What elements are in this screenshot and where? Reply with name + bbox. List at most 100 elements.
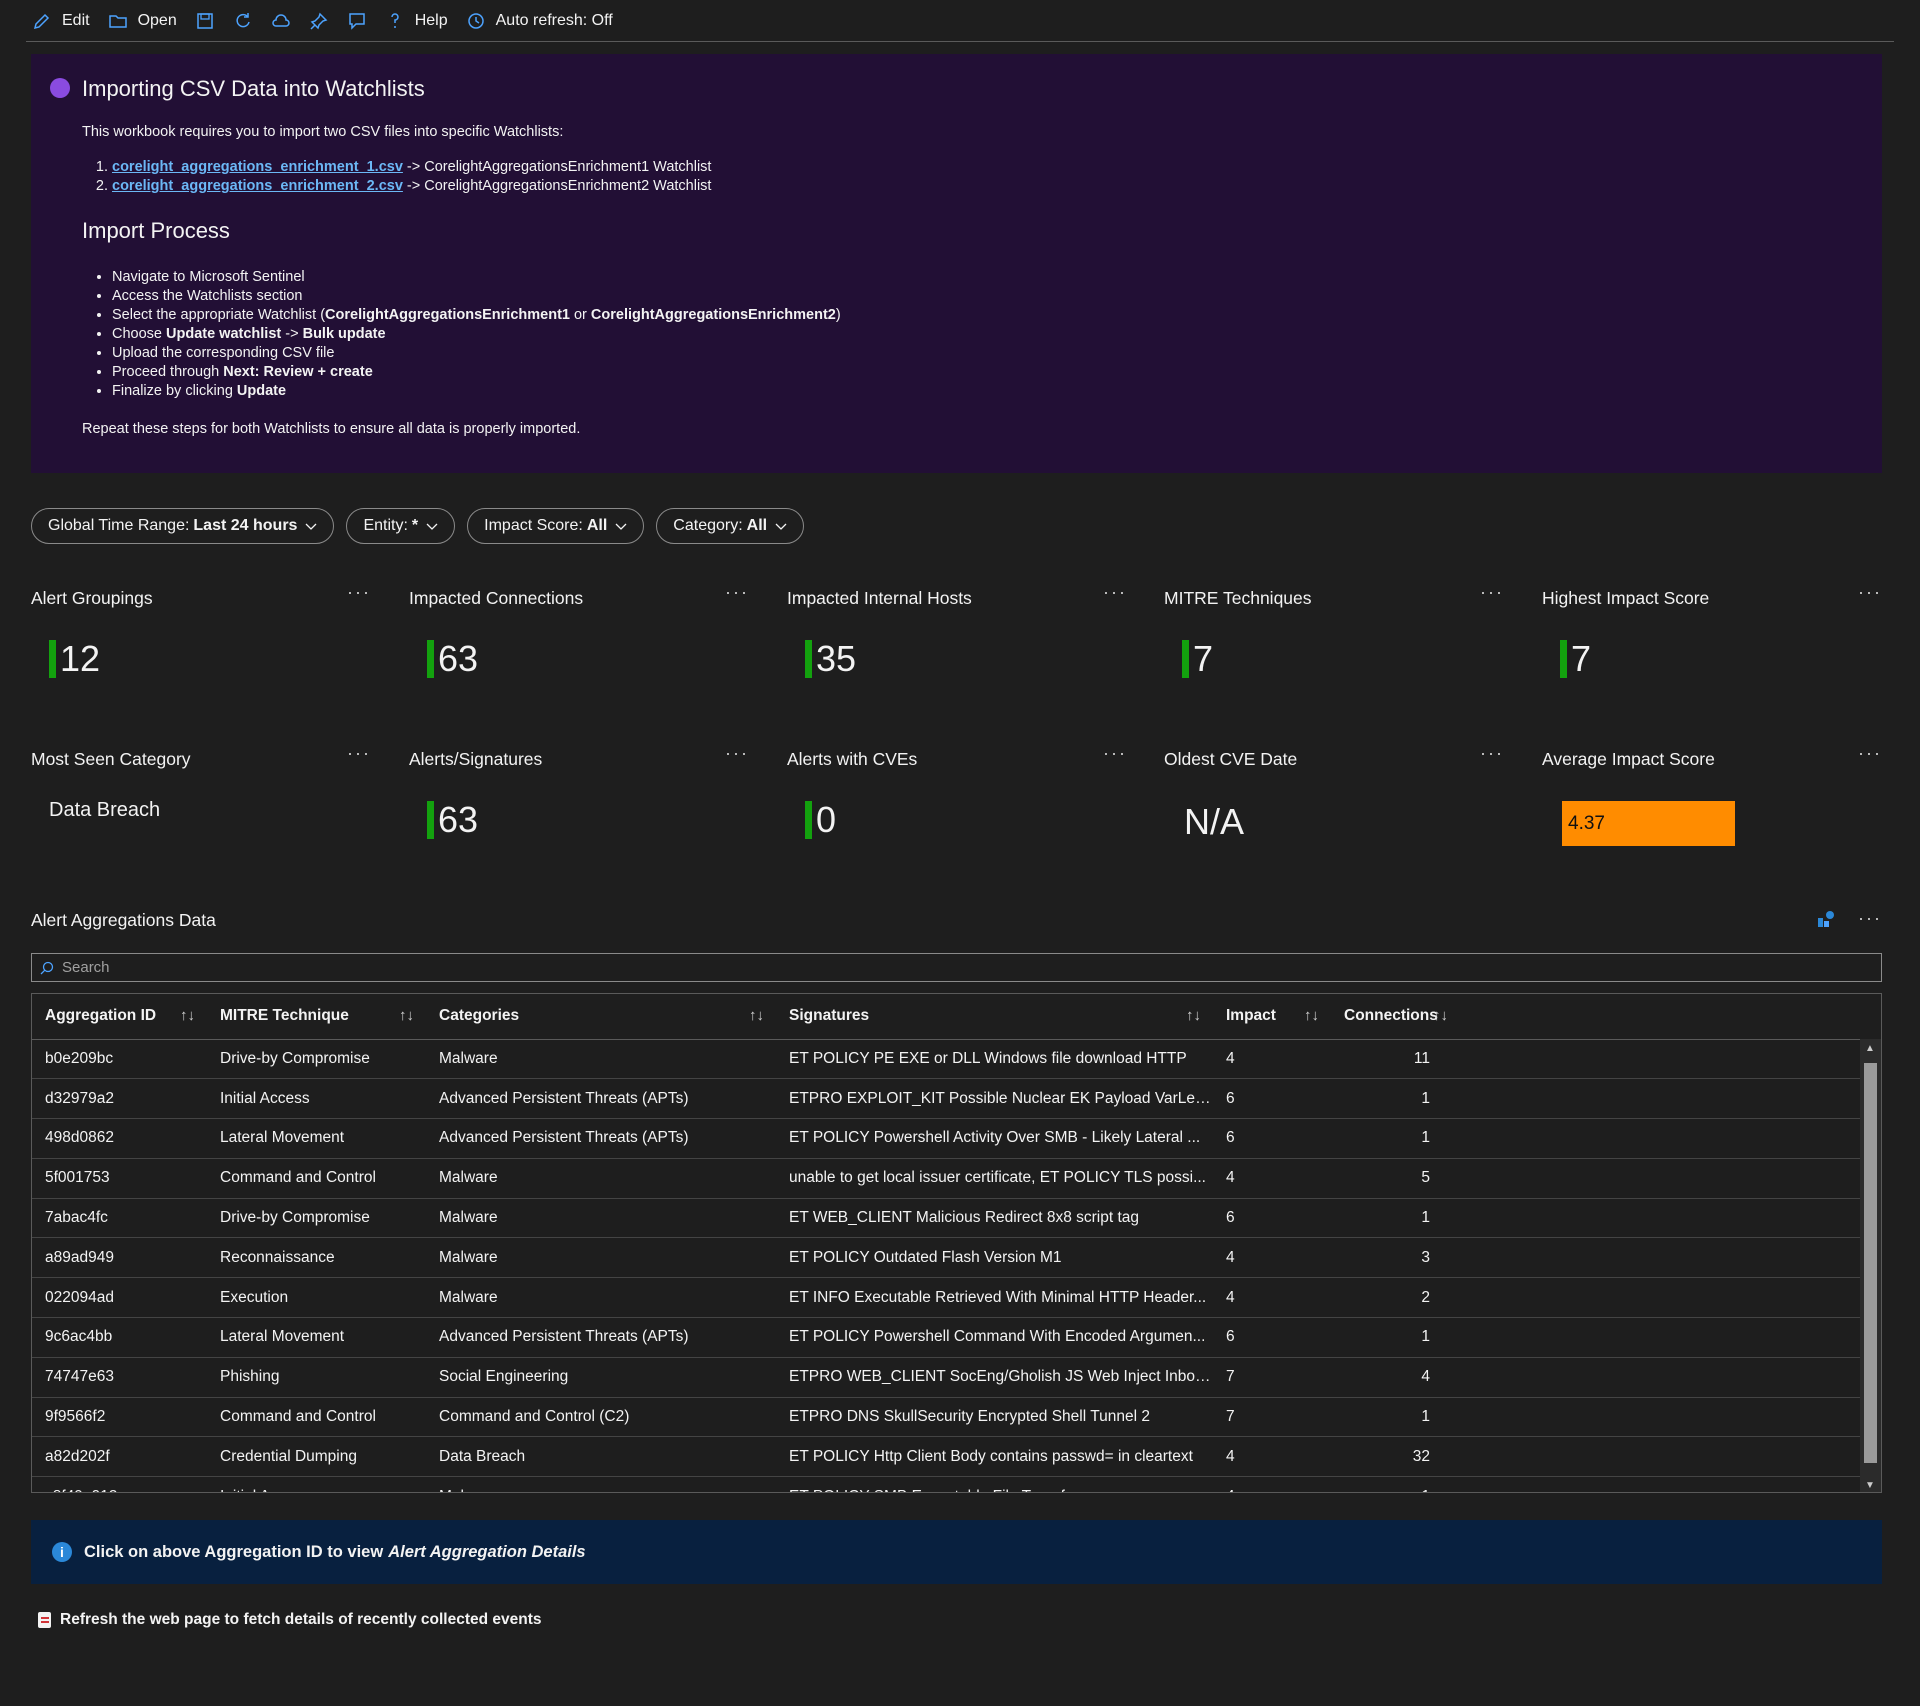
- cell-category: Malware: [426, 1237, 776, 1279]
- question-icon: [390, 12, 399, 28]
- cell-signature: ET POLICY Powershell Activity Over SMB -…: [776, 1118, 1213, 1159]
- info-banner: i Click on above Aggregation ID to view …: [31, 1520, 1882, 1584]
- tile-title: Impacted Connections: [409, 588, 584, 608]
- tile-value: 0: [816, 799, 837, 840]
- auto-refresh-button[interactable]: Auto refresh: Off: [457, 1, 622, 41]
- column-header-connections[interactable]: Connections ↑↓: [1331, 994, 1448, 1040]
- table-row[interactable]: b0e209bc Drive-by Compromise Malware ET POL…: [32, 1039, 1862, 1080]
- scroll-up-icon[interactable]: ▲: [1865, 1043, 1875, 1054]
- cell-connections: 32: [1331, 1436, 1448, 1478]
- cell-category: Malware: [426, 1039, 776, 1080]
- category-filter[interactable]: Category: All: [656, 508, 805, 544]
- csv-link-1[interactable]: corelight_aggregations_enrichment_1.csv: [112, 159, 403, 175]
- more-options-icon[interactable]: ···: [1103, 743, 1127, 764]
- table-row[interactable]: 74747e63 Phishing Social Engineering ETPRO …: [32, 1357, 1862, 1398]
- cell-aggregation-id[interactable]: 74747e63: [32, 1357, 207, 1398]
- table-row[interactable]: a82d202f Credential Dumping Data Breach ET …: [32, 1436, 1862, 1478]
- scroll-down-icon[interactable]: ▼: [1865, 1480, 1875, 1491]
- more-options-icon[interactable]: ···: [347, 582, 371, 603]
- tile-title: Alerts with CVEs: [787, 749, 918, 769]
- search-input[interactable]: Search: [31, 953, 1882, 982]
- edit-label: Edit: [62, 11, 90, 29]
- intro-footer: Repeat these steps for both Watchlists t…: [82, 421, 581, 437]
- cell-category: Advanced Persistent Threats (APTs): [426, 1078, 776, 1120]
- table-row[interactable]: 498d0862 Lateral Movement Advanced Persist…: [32, 1118, 1862, 1159]
- column-header-categories[interactable]: Categories ↑↓: [426, 994, 776, 1040]
- column-header-impact[interactable]: Impact ↑↓: [1213, 994, 1331, 1040]
- cell-mitre-technique: Initial Access: [207, 1078, 426, 1120]
- analytics-icon[interactable]: [1816, 909, 1836, 929]
- edit-button[interactable]: Edit: [26, 1, 99, 41]
- time-range-filter[interactable]: Global Time Range: Last 24 hours: [31, 508, 335, 544]
- sort-icon[interactable]: ↑↓: [180, 1007, 195, 1024]
- csv-link-2[interactable]: corelight_aggregations_enrichment_2.csv: [112, 178, 403, 194]
- cell-connections: 1: [1331, 1118, 1448, 1159]
- tile-title: Oldest CVE Date: [1164, 749, 1298, 769]
- cell-aggregation-id[interactable]: 9f9566f2: [32, 1397, 207, 1438]
- cell-connections: 1: [1331, 1198, 1448, 1239]
- table-row[interactable]: 9f9566f2 Command and Control Command and C…: [32, 1397, 1862, 1438]
- cell-aggregation-id[interactable]: 9c6ac4bb: [32, 1317, 207, 1358]
- table-row[interactable]: a89ad949 Reconnaissance Malware ET POLICY O…: [32, 1237, 1862, 1279]
- feedback-icon: [348, 12, 365, 30]
- cell-aggregation-id[interactable]: d32979a2: [32, 1078, 207, 1120]
- more-options-icon[interactable]: ···: [1858, 582, 1882, 603]
- cell-aggregation-id[interactable]: a89ad949: [32, 1237, 207, 1279]
- more-options-icon[interactable]: ···: [347, 743, 371, 764]
- tile-highest-impact: Highest Impact Score ··· 7: [1542, 582, 1882, 718]
- sort-icon[interactable]: ↑↓: [1186, 1007, 1201, 1024]
- table-row[interactable]: 7abac4fc Drive-by Compromise Malware ET WEB…: [32, 1198, 1862, 1239]
- auto-refresh-label: Auto refresh: Off: [495, 11, 613, 29]
- sort-icon[interactable]: ↑↓: [749, 1007, 764, 1024]
- entity-filter[interactable]: Entity: *: [346, 508, 456, 544]
- cell-aggregation-id[interactable]: 022094ad: [32, 1277, 207, 1319]
- save-button[interactable]: [186, 1, 224, 41]
- cell-aggregation-id[interactable]: b0e209bc: [32, 1039, 207, 1080]
- cell-connections: 4: [1331, 1357, 1448, 1398]
- cell-mitre-technique: Command and Control: [207, 1397, 426, 1438]
- sort-icon[interactable]: ↑↓: [399, 1007, 414, 1024]
- more-options-icon[interactable]: ···: [1858, 743, 1882, 764]
- more-options-icon[interactable]: ···: [725, 743, 749, 764]
- tile-title: Highest Impact Score: [1542, 588, 1710, 608]
- sort-icon[interactable]: ↑↓: [1433, 1007, 1448, 1024]
- cell-aggregation-id[interactable]: c8f49a012: [32, 1476, 207, 1492]
- more-options-icon[interactable]: ···: [1480, 743, 1504, 764]
- more-options-icon[interactable]: ···: [1103, 582, 1127, 603]
- more-options-icon[interactable]: ···: [1480, 582, 1504, 603]
- table-row[interactable]: 022094ad Execution Malware ET INFO Executab…: [32, 1277, 1862, 1319]
- cell-connections: 3: [1331, 1237, 1448, 1279]
- cell-aggregation-id[interactable]: 498d0862: [32, 1118, 207, 1159]
- column-header-signatures[interactable]: Signatures ↑↓: [776, 994, 1213, 1040]
- impact-score-filter[interactable]: Impact Score: All: [467, 508, 645, 544]
- refresh-button[interactable]: [224, 1, 262, 41]
- table-row[interactable]: 9c6ac4bb Lateral Movement Advanced Persist…: [32, 1317, 1862, 1358]
- cell-aggregation-id[interactable]: 5f001753: [32, 1158, 207, 1199]
- sort-icon[interactable]: ↑↓: [1304, 1007, 1319, 1024]
- tile-title: MITRE Techniques: [1164, 588, 1312, 608]
- table-scrollbar[interactable]: ▲ ▼: [1860, 1039, 1881, 1492]
- tile-oldest-cve: Oldest CVE Date ··· N/A: [1164, 743, 1504, 879]
- cell-aggregation-id[interactable]: 7abac4fc: [32, 1198, 207, 1239]
- feedback-button[interactable]: [338, 1, 376, 41]
- help-button[interactable]: Help: [376, 1, 457, 41]
- more-options-icon[interactable]: ···: [1858, 908, 1882, 929]
- table-row[interactable]: c8f49a012Initial AccessMalwareET POLICY …: [32, 1476, 1862, 1492]
- table-row[interactable]: d32979a2 Initial Access Advanced Persisten…: [32, 1078, 1862, 1120]
- share-button[interactable]: [262, 1, 300, 41]
- tile-impacted-connections: Impacted Connections ··· 63: [409, 582, 749, 718]
- rocket-icon: [50, 78, 70, 98]
- tile-title: Alerts/Signatures: [409, 749, 543, 769]
- cell-signature: ET POLICY Http Client Body contains pass…: [776, 1436, 1213, 1478]
- tile-value: 63: [438, 638, 479, 679]
- open-button[interactable]: Open: [99, 1, 186, 41]
- table-row[interactable]: 5f001753 Command and Control Malware unable…: [32, 1158, 1862, 1199]
- column-header-mitre-technique[interactable]: MITRE Technique ↑↓: [207, 994, 426, 1040]
- banner-emphasis: Alert Aggregation Details: [388, 1542, 586, 1561]
- cell-aggregation-id[interactable]: a82d202f: [32, 1436, 207, 1478]
- more-options-icon[interactable]: ···: [725, 582, 749, 603]
- pin-button[interactable]: [300, 1, 338, 41]
- column-header-aggregation-id[interactable]: Aggregation ID ↑↓: [32, 994, 207, 1040]
- scrollbar-thumb[interactable]: [1864, 1063, 1877, 1463]
- refresh-note-text: Refresh the web page to fetch details of…: [60, 1611, 542, 1628]
